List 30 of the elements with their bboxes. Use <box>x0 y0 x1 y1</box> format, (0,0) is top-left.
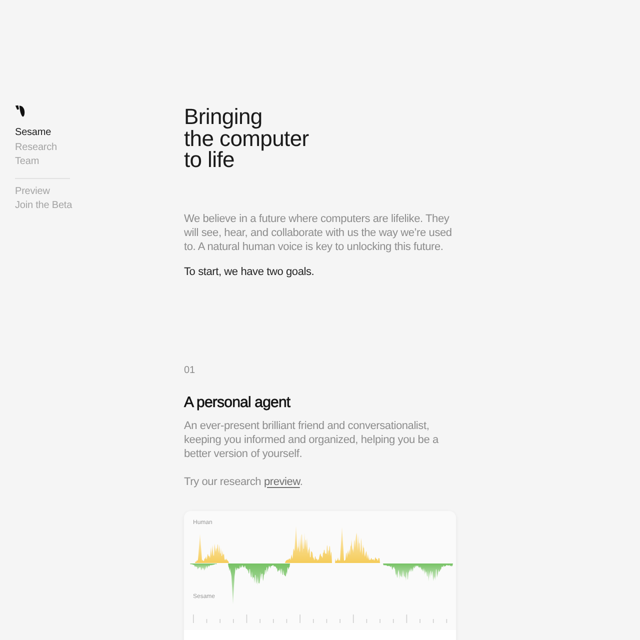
sesame-waveform <box>383 563 453 582</box>
intro-paragraph: We believe in a future where computers are lifelike. They will see, hear, and collaborate with us the way we’re used to. A natural human voice is key to unlocking this future. <box>184 212 453 254</box>
tick-mark <box>206 618 208 622</box>
tick-mark <box>312 618 314 622</box>
nav-link[interactable]: Join the Beta <box>15 199 72 214</box>
nav-link[interactable]: Sesame <box>15 126 52 140</box>
tick-mark <box>286 618 288 622</box>
research-prompt: Try our research preview. <box>184 474 303 488</box>
tick-mark <box>406 614 408 622</box>
tick-mark <box>326 618 328 622</box>
section-title: A personal agent <box>184 394 290 412</box>
tick-mark <box>366 618 368 622</box>
tick-mark <box>233 618 234 622</box>
section-description: An ever-present brilliant friend and conversationalist, keeping you informed and organized, helping you be a better version of yourself. <box>184 418 440 460</box>
preview-link[interactable]: preview <box>264 476 300 488</box>
sesame-waveform <box>190 563 217 570</box>
tick-mark <box>432 618 434 622</box>
hero-title: Bringing the computer to life <box>184 106 310 170</box>
tick-mark <box>272 618 274 622</box>
goals-lead: To start, we have two goals. <box>184 264 316 278</box>
logo-icon <box>15 105 25 117</box>
tick-mark <box>193 614 194 622</box>
nav-link[interactable]: Team <box>15 155 40 170</box>
tick-mark <box>352 614 354 622</box>
tick-mark <box>392 618 394 622</box>
section-number: 01 <box>184 364 196 378</box>
nav-link[interactable]: Preview <box>15 184 50 199</box>
nav-link[interactable]: Research <box>15 140 57 155</box>
tick-mark <box>246 614 248 622</box>
tick-mark <box>446 618 448 622</box>
